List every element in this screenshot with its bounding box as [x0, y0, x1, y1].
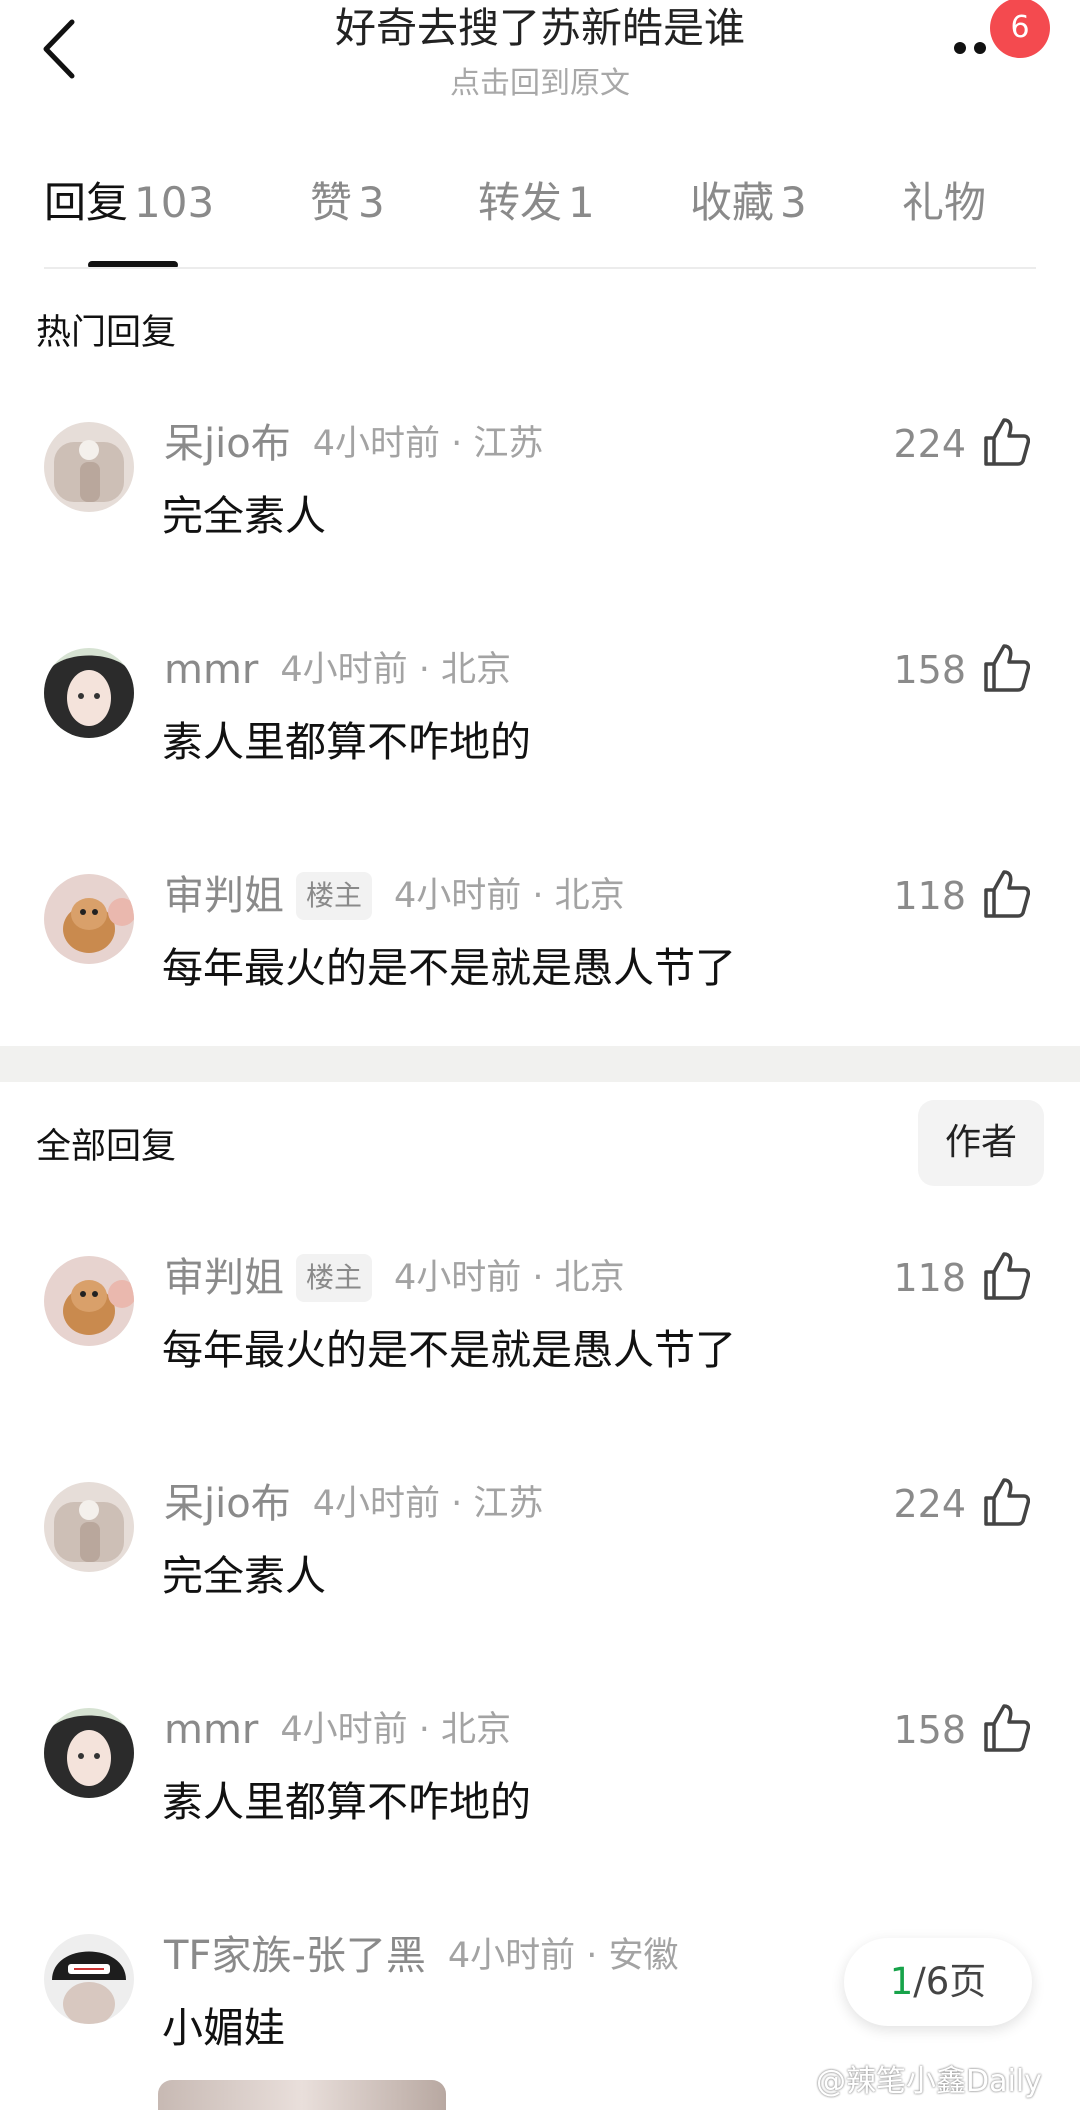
- total-pages: /6页: [913, 1960, 987, 2003]
- like-count: 118: [893, 1256, 966, 1300]
- author-filter-button[interactable]: 作者: [918, 1100, 1044, 1186]
- comment-item[interactable]: 呆jio布 4小时前 · 江苏 完全素人 224: [0, 1474, 1080, 1604]
- tab-count: 103: [134, 178, 215, 227]
- avatar[interactable]: [44, 874, 134, 964]
- like-count: 224: [893, 1482, 966, 1526]
- comment-time-location: 4小时前 · 北京: [394, 876, 625, 916]
- comment-meta: mmr 4小时前 · 北京: [164, 1700, 511, 1760]
- tab-reposts[interactable]: 转发 1: [478, 168, 595, 238]
- tab-count: 3: [358, 178, 385, 227]
- comment-text: 小媚娃: [162, 2004, 285, 2052]
- tab-replies[interactable]: 回复 103: [44, 168, 214, 238]
- comment-meta: TF家族-张了黑 4小时前 · 安徽: [164, 1926, 679, 1986]
- comment-meta: mmr 4小时前 · 北京: [164, 640, 511, 700]
- like-count: 158: [893, 648, 966, 692]
- username[interactable]: 呆jio布: [164, 1481, 291, 1527]
- tab-bar: 回复 103 赞3 转发 1 收藏 3 礼物: [0, 168, 1080, 268]
- comment-item[interactable]: mmr 4小时前 · 北京 素人里都算不咋地的 158: [0, 640, 1080, 770]
- tab-label: 赞: [310, 178, 353, 227]
- avatar[interactable]: [44, 1708, 134, 1798]
- avatar[interactable]: [44, 1934, 134, 2024]
- tab-favorites[interactable]: 收藏 3: [690, 168, 807, 238]
- comment-text: 每年最火的是不是就是愚人节了: [162, 1326, 736, 1374]
- like-count: 158: [893, 1708, 966, 1752]
- comment-item[interactable]: 审判姐 楼主 4小时前 · 北京 每年最火的是不是就是愚人节了 118: [0, 1248, 1080, 1378]
- like-count: 224: [893, 422, 966, 466]
- thumbs-up-icon[interactable]: [982, 416, 1030, 468]
- tab-count: 1: [568, 178, 595, 227]
- comment-meta: 审判姐 楼主 4小时前 · 北京: [164, 866, 625, 926]
- thumbs-up-icon[interactable]: [982, 868, 1030, 920]
- tab-likes[interactable]: 赞3: [310, 168, 385, 238]
- tab-count: 3: [780, 178, 807, 227]
- username[interactable]: 呆jio布: [164, 421, 291, 467]
- thumbs-up-icon[interactable]: [982, 1250, 1030, 1302]
- username[interactable]: mmr: [164, 1707, 258, 1753]
- tab-label: 回复: [44, 178, 129, 227]
- comment-text: 每年最火的是不是就是愚人节了: [162, 944, 736, 992]
- comment-text: 素人里都算不咋地的: [162, 718, 531, 766]
- attached-image-preview[interactable]: [158, 2080, 446, 2110]
- watermark: @辣笔小鑫Daily: [816, 2064, 1042, 2099]
- current-page: 1: [889, 1960, 914, 2003]
- comment-text: 素人里都算不咋地的: [162, 1778, 531, 1826]
- thread-owner-tag: 楼主: [296, 872, 373, 920]
- username[interactable]: 审判姐: [164, 1255, 284, 1301]
- comment-item[interactable]: 审判姐 楼主 4小时前 · 北京 每年最火的是不是就是愚人节了 118: [0, 866, 1080, 996]
- username[interactable]: 审判姐: [164, 873, 284, 919]
- comment-item[interactable]: 呆jio布 4小时前 · 江苏 完全素人 224: [0, 414, 1080, 544]
- comment-item[interactable]: mmr 4小时前 · 北京 素人里都算不咋地的 158: [0, 1700, 1080, 1830]
- avatar[interactable]: [44, 648, 134, 738]
- tab-label: 收藏: [690, 178, 775, 227]
- comment-time-location: 4小时前 · 北京: [280, 650, 512, 690]
- comment-time-location: 4小时前 · 江苏: [312, 424, 544, 464]
- username[interactable]: mmr: [164, 647, 258, 693]
- comment-time-location: 4小时前 · 北京: [280, 1710, 512, 1750]
- comment-time-location: 4小时前 · 北京: [394, 1258, 625, 1298]
- comment-meta: 呆jio布 4小时前 · 江苏: [164, 1474, 543, 1534]
- thumbs-up-icon[interactable]: [982, 642, 1030, 694]
- page-indicator[interactable]: 1/6页: [844, 1938, 1032, 2026]
- section-separator: [0, 1046, 1080, 1082]
- avatar[interactable]: [44, 1256, 134, 1346]
- thumbs-up-icon[interactable]: [982, 1476, 1030, 1528]
- page-title: 好奇去搜了苏新皓是谁: [335, 4, 745, 52]
- avatar[interactable]: [44, 1482, 134, 1572]
- avatar[interactable]: [44, 422, 134, 512]
- comment-meta: 呆jio布 4小时前 · 江苏: [164, 414, 543, 474]
- username[interactable]: TF家族-张了黑: [164, 1933, 426, 1979]
- thumbs-up-icon[interactable]: [982, 1702, 1030, 1754]
- tab-gifts[interactable]: 礼物: [902, 168, 986, 238]
- comment-time-location: 4小时前 · 江苏: [312, 1484, 544, 1524]
- comment-meta: 审判姐 楼主 4小时前 · 北京: [164, 1248, 625, 1308]
- notification-badge[interactable]: 6: [990, 0, 1050, 58]
- comment-text: 完全素人: [162, 1552, 326, 1600]
- divider: [44, 267, 1036, 269]
- comment-time-location: 4小时前 · 安徽: [447, 1936, 679, 1976]
- back-to-original-link[interactable]: 点击回到原文: [0, 58, 1080, 102]
- tab-label: 转发: [478, 178, 563, 227]
- top-bar: 好奇去搜了苏新皓是谁 点击回到原文 6: [0, 0, 1080, 110]
- more-options-icon[interactable]: [950, 36, 990, 56]
- all-replies-title: 全部回复: [36, 1127, 177, 1167]
- hot-replies-title: 热门回复: [36, 313, 177, 353]
- like-count: 118: [893, 874, 966, 918]
- comment-text: 完全素人: [162, 492, 326, 540]
- thread-owner-tag: 楼主: [296, 1254, 373, 1302]
- tab-label: 礼物: [902, 178, 987, 227]
